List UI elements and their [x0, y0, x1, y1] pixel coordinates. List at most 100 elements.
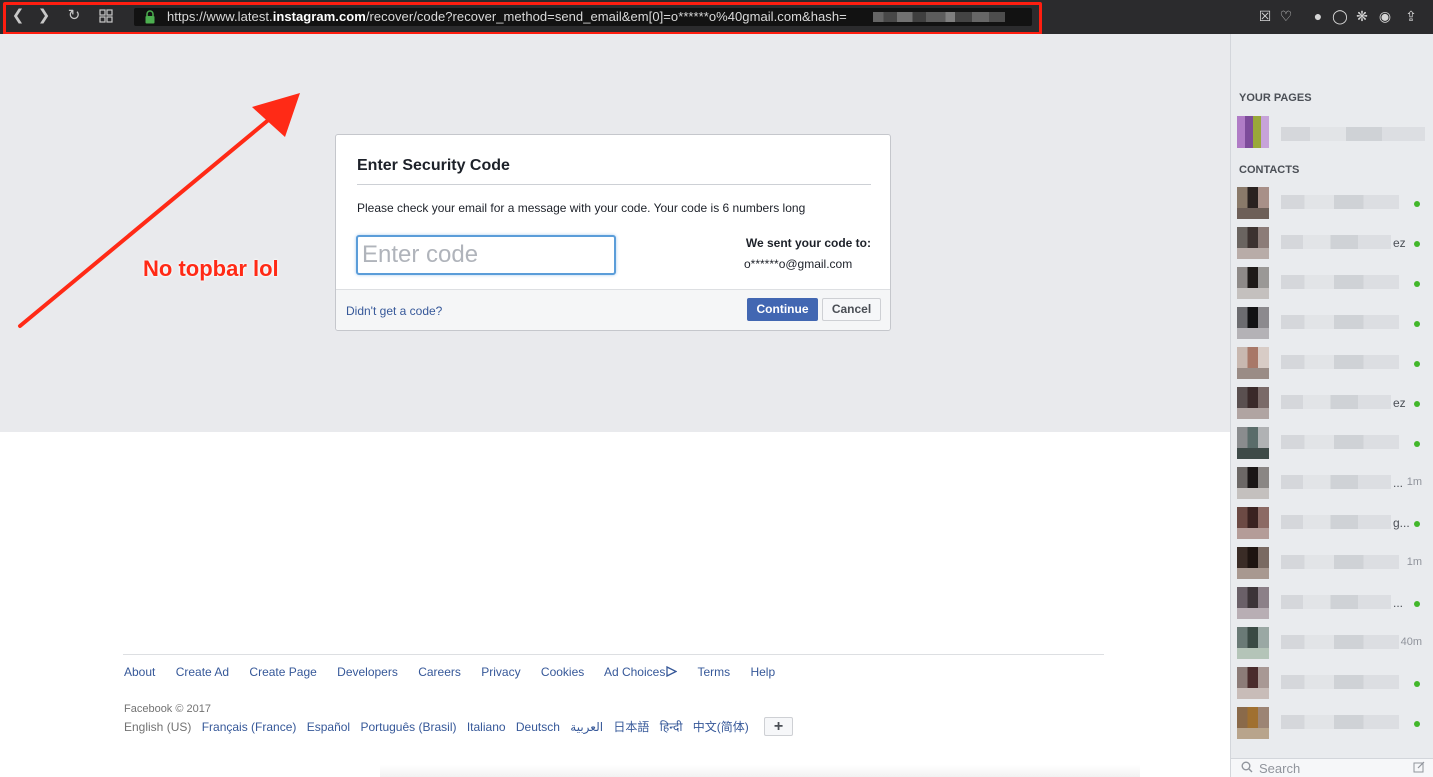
contact-item[interactable]: [1237, 344, 1427, 384]
name-redacted: [1281, 635, 1399, 649]
name-redacted: [1281, 195, 1399, 209]
contact-item[interactable]: [1237, 184, 1427, 224]
block-icon[interactable]: ☒: [1256, 7, 1274, 25]
footer-link-about[interactable]: About: [124, 665, 155, 679]
name-redacted: [1281, 595, 1391, 609]
name-redacted: [1281, 315, 1399, 329]
extension-circle-icon[interactable]: ◯: [1331, 7, 1349, 25]
online-status-dot: [1414, 401, 1420, 407]
avatar: [1237, 227, 1269, 259]
page-item[interactable]: [1237, 116, 1427, 150]
online-status-dot: [1414, 201, 1420, 207]
name-redacted: [1281, 675, 1399, 689]
annotation-text: No topbar lol: [143, 256, 279, 281]
language-link[interactable]: Deutsch: [516, 720, 560, 734]
contact-item[interactable]: [1237, 424, 1427, 464]
contacts-heading: CONTACTS: [1239, 164, 1300, 176]
share-icon[interactable]: ⇪: [1402, 7, 1420, 25]
contact-item[interactable]: [1237, 264, 1427, 304]
compose-icon[interactable]: [1413, 761, 1425, 773]
footer-link-terms[interactable]: Terms: [697, 665, 730, 679]
contact-name-fragment: ...: [1393, 476, 1404, 490]
last-active-time: 1m: [1406, 476, 1422, 488]
name-redacted: [1281, 475, 1391, 489]
sidebar-search[interactable]: Search: [1231, 758, 1433, 777]
contact-item[interactable]: [1237, 704, 1427, 744]
avatar: [1237, 667, 1269, 699]
avatar: [1237, 387, 1269, 419]
online-status-dot: [1414, 321, 1420, 327]
contact-item[interactable]: ez: [1237, 384, 1427, 424]
avatar: [1237, 627, 1269, 659]
avatar: [1237, 307, 1269, 339]
contact-item[interactable]: [1237, 304, 1427, 344]
name-redacted: [1281, 235, 1391, 249]
contact-name-fragment: ...: [1393, 596, 1404, 610]
online-status-dot: [1414, 521, 1420, 527]
more-languages-button[interactable]: +: [764, 717, 793, 736]
online-status-dot: [1414, 681, 1420, 687]
name-redacted: [1281, 435, 1399, 449]
extension-bulb-icon[interactable]: ●: [1309, 7, 1327, 25]
avatar: [1237, 507, 1269, 539]
contact-item[interactable]: ez: [1237, 224, 1427, 264]
your-pages-heading: YOUR PAGES: [1239, 92, 1312, 104]
online-status-dot: [1414, 441, 1420, 447]
avatar: [1237, 267, 1269, 299]
name-redacted: [1281, 127, 1425, 141]
contact-item[interactable]: 1m: [1237, 544, 1427, 584]
online-status-dot: [1414, 241, 1420, 247]
avatar: [1237, 187, 1269, 219]
language-link[interactable]: Português (Brasil): [360, 720, 456, 734]
language-link[interactable]: हिन्दी: [660, 720, 683, 734]
avatar: [1237, 467, 1269, 499]
bottom-shadow: [380, 765, 1140, 777]
contact-item[interactable]: g...: [1237, 504, 1427, 544]
name-redacted: [1281, 395, 1391, 409]
footer-link-help[interactable]: Help: [750, 665, 775, 679]
footer-link-developers[interactable]: Developers: [337, 665, 398, 679]
contact-item[interactable]: ... 1m: [1237, 464, 1427, 504]
extension-gear-icon[interactable]: ❋: [1353, 7, 1371, 25]
footer-link-privacy[interactable]: Privacy: [481, 665, 520, 679]
footer-link-create-ad[interactable]: Create Ad: [176, 665, 229, 679]
online-status-dot: [1414, 601, 1420, 607]
contact-item[interactable]: 40m: [1237, 624, 1427, 664]
contact-item[interactable]: [1237, 664, 1427, 704]
eye-icon[interactable]: ◉: [1376, 7, 1394, 25]
last-active-time: 40m: [1400, 636, 1422, 648]
language-link[interactable]: العربية: [570, 720, 603, 734]
footer-divider: [123, 654, 1104, 655]
language-link[interactable]: Italiano: [467, 720, 506, 734]
contact-name-fragment: ez: [1393, 396, 1406, 410]
footer-link-create-page[interactable]: Create Page: [249, 665, 316, 679]
online-status-dot: [1414, 721, 1420, 727]
contact-name-fragment: g...: [1393, 516, 1410, 530]
language-link[interactable]: Español: [307, 720, 350, 734]
language-link[interactable]: 中文(简体): [693, 720, 749, 734]
name-redacted: [1281, 275, 1399, 289]
footer-link-careers[interactable]: Careers: [418, 665, 461, 679]
footer-link-ad-choices[interactable]: Ad Choices: [604, 665, 678, 679]
avatar: [1237, 587, 1269, 619]
online-status-dot: [1414, 361, 1420, 367]
search-input[interactable]: Search: [1259, 761, 1300, 776]
copyright: Facebook © 2017: [124, 703, 211, 715]
avatar: [1237, 347, 1269, 379]
language-list: English (US) Français (France) Español P…: [124, 718, 756, 735]
name-redacted: [1281, 515, 1391, 529]
avatar: [1237, 427, 1269, 459]
footer-link-cookies[interactable]: Cookies: [541, 665, 584, 679]
language-link[interactable]: 日本語: [613, 720, 649, 734]
search-icon: [1241, 761, 1253, 773]
contact-item[interactable]: ...: [1237, 584, 1427, 624]
contact-name-fragment: ez: [1393, 236, 1406, 250]
name-redacted: [1281, 555, 1399, 569]
chat-sidebar: YOUR PAGES CONTACTS ez ez... 1m g... 1m... 40…: [1230, 34, 1433, 777]
ad-choices-icon: [666, 665, 678, 678]
avatar: [1237, 116, 1269, 148]
heart-icon[interactable]: ♡: [1277, 7, 1295, 25]
language-link[interactable]: Français (France): [202, 720, 297, 734]
avatar: [1237, 547, 1269, 579]
online-status-dot: [1414, 281, 1420, 287]
